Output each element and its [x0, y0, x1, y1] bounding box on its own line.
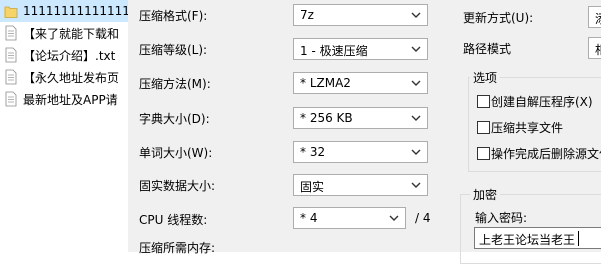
- word-select[interactable]: * 32: [293, 141, 428, 163]
- update-label: 更新方式(U):: [463, 11, 534, 25]
- format-value: 7z: [300, 8, 314, 22]
- password-input[interactable]: 上老王论坛当老王: [474, 227, 601, 249]
- file-list-item[interactable]: 【永久地址发布页: [0, 66, 128, 88]
- sfx-checkbox[interactable]: [477, 95, 490, 108]
- solid-select[interactable]: 固实: [293, 174, 428, 196]
- format-select[interactable]: 7z: [293, 4, 428, 26]
- chevron-down-icon: [389, 215, 399, 221]
- level-value: 1 - 极速压缩: [300, 44, 368, 58]
- dict-label: 字典大小(D):: [139, 112, 210, 126]
- chevron-down-icon: [411, 149, 421, 155]
- file-name: 最新地址及APP请: [23, 92, 118, 107]
- cpu-max-label: / 4: [415, 211, 431, 225]
- password-label: 输入密码:: [475, 211, 528, 225]
- file-name: 【论坛介绍】.txt: [23, 48, 116, 63]
- solid-value: 固实: [300, 180, 325, 194]
- file-name: 【永久地址发布页: [23, 70, 120, 85]
- method-value: * LZMA2: [300, 76, 351, 90]
- dict-select[interactable]: * 256 KB: [293, 107, 428, 129]
- delete-after-label: 操作完成后删除源文件: [491, 147, 601, 161]
- dict-value: * 256 KB: [300, 111, 353, 125]
- compression-settings-dialog: 压缩格式(F): 7z 压缩等级(L): 1 - 极速压缩 压缩方法(M): *…: [128, 0, 601, 264]
- path-label: 路径模式: [463, 42, 512, 56]
- chevron-down-icon: [411, 46, 421, 52]
- chevron-down-icon: [411, 115, 421, 121]
- chevron-down-icon: [411, 12, 421, 18]
- cpu-label: CPU 线程数:: [139, 213, 208, 227]
- file-name: 【来了就能下载和: [23, 26, 120, 41]
- file-list-item[interactable]: 【来了就能下载和: [0, 22, 128, 44]
- chevron-down-icon: [411, 182, 421, 188]
- password-value: 上老王论坛当老王: [479, 233, 576, 247]
- delete-after-checkbox[interactable]: [477, 147, 490, 160]
- update-value: 添: [595, 10, 601, 27]
- text-file-icon: [4, 69, 18, 85]
- options-title: 选项: [470, 69, 501, 86]
- memory-label: 压缩所需内存:: [139, 241, 216, 255]
- file-name: 1111111111111111: [23, 4, 128, 18]
- shared-files-label: 压缩共享文件: [491, 121, 564, 135]
- word-value: * 32: [300, 145, 326, 159]
- cpu-value: * 4: [300, 211, 318, 225]
- solid-label: 固实数据大小:: [139, 179, 216, 193]
- method-select[interactable]: * LZMA2: [293, 72, 428, 94]
- text-file-icon: [4, 91, 18, 107]
- text-file-icon: [4, 47, 18, 63]
- folder-icon: [4, 3, 18, 19]
- cpu-select[interactable]: * 4: [293, 207, 406, 229]
- update-select[interactable]: 添: [588, 6, 601, 28]
- text-caret: [578, 231, 579, 246]
- level-label: 压缩等级(L):: [139, 43, 208, 57]
- path-select[interactable]: 相: [588, 37, 601, 59]
- shared-files-checkbox[interactable]: [477, 121, 490, 134]
- file-list-item[interactable]: 【论坛介绍】.txt: [0, 44, 128, 66]
- level-select[interactable]: 1 - 极速压缩: [293, 38, 428, 60]
- chevron-down-icon: [411, 80, 421, 86]
- word-label: 单词大小(W):: [139, 146, 213, 160]
- method-label: 压缩方法(M):: [139, 77, 211, 91]
- file-list-pane: 1111111111111111 【来了就能下载和 【论坛介绍】.txt 【永久…: [0, 0, 128, 252]
- path-value: 相: [595, 41, 601, 58]
- encryption-title: 加密: [470, 186, 501, 203]
- sfx-label: 创建自解压程序(X): [491, 95, 593, 109]
- file-list-item[interactable]: 最新地址及APP请: [0, 88, 128, 110]
- text-file-icon: [4, 25, 18, 41]
- file-list-item[interactable]: 1111111111111111: [0, 0, 128, 22]
- format-label: 压缩格式(F):: [139, 9, 208, 23]
